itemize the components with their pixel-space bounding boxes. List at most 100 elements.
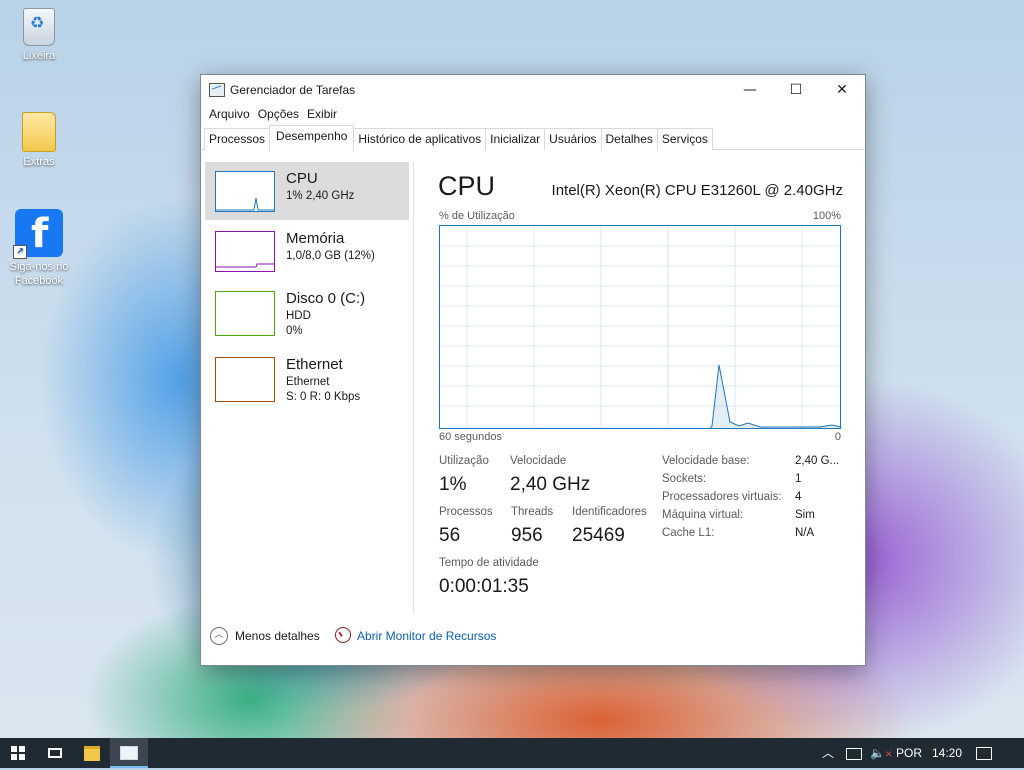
tab-detalhes[interactable]: Detalhes <box>600 128 658 150</box>
task-view-button[interactable] <box>36 738 74 768</box>
resource-name: CPU <box>286 170 318 187</box>
tab-usuarios[interactable]: Usuários <box>544 128 602 150</box>
threads-value: 956 <box>511 525 543 546</box>
uptime-value: 0:00:01:35 <box>439 576 529 597</box>
file-explorer-button[interactable] <box>73 738 111 768</box>
resource-disk[interactable]: Disco 0 (C:) HDD 0% <box>205 282 409 340</box>
info-label-base-speed: Velocidade base: <box>662 455 750 467</box>
folder-icon <box>22 112 56 152</box>
facebook-icon: f ↗ <box>13 209 63 259</box>
task-manager-taskbar-button[interactable] <box>110 738 148 768</box>
desktop-icon-extras[interactable]: Extras <box>3 112 75 169</box>
ethernet-thumbnail <box>215 357 275 402</box>
tab-desempenho[interactable]: Desempenho <box>269 125 355 151</box>
start-button[interactable] <box>0 738 38 768</box>
notification-center-button[interactable] <box>976 738 992 768</box>
resource-line1: 1,0/8,0 GB (12%) <box>286 250 375 262</box>
cpu-thumbnail <box>215 171 275 212</box>
desktop-icon-recycle-bin[interactable]: Lixeira <box>3 8 75 63</box>
tab-servicos[interactable]: Serviços <box>656 128 713 150</box>
resource-cpu[interactable]: CPU 1% 2,40 GHz <box>205 162 409 220</box>
info-value-cache-l1: N/A <box>795 527 815 539</box>
desktop-icon-label: Lixeira <box>22 50 56 62</box>
graph-x-left-label: 60 segundos <box>439 431 502 443</box>
network-icon[interactable] <box>846 738 862 768</box>
resource-memory[interactable]: Memória 1,0/8,0 GB (12%) <box>205 222 409 280</box>
disk-thumbnail <box>215 291 275 336</box>
resource-monitor-icon <box>335 627 351 643</box>
handles-value: 25469 <box>572 525 625 546</box>
title-bar[interactable]: Gerenciador de Tarefas — ☐ ✕ <box>201 75 865 105</box>
processes-label: Processos <box>439 506 493 518</box>
tab-historico[interactable]: Histórico de aplicativos <box>353 128 487 150</box>
cpu-utilization-graph-svg <box>440 226 841 429</box>
chevron-up-icon[interactable]: ︿ <box>210 627 228 645</box>
volume-muted-icon[interactable]: 🔈✕ <box>870 738 893 768</box>
window-footer: ︿ Menos detalhes Abrir Monitor de Recurs… <box>201 617 865 665</box>
info-label-virtual-processors: Processadores virtuais: <box>662 491 782 503</box>
tab-strip: Processos Desempenho Histórico de aplica… <box>201 125 865 151</box>
show-hidden-icons-button[interactable]: ︿ <box>822 738 834 768</box>
open-resource-monitor-link[interactable]: Abrir Monitor de Recursos <box>357 629 496 643</box>
resource-line2: S: 0 R: 0 Kbps <box>286 391 361 403</box>
less-details-button[interactable]: Menos detalhes <box>235 629 320 643</box>
info-value-base-speed: 2,40 G... <box>795 455 840 467</box>
info-value-sockets: 1 <box>795 473 802 485</box>
info-value-virtual-machine: Sim <box>795 509 815 521</box>
maximize-button[interactable]: ☐ <box>773 75 819 105</box>
info-value-virtual-processors: 4 <box>795 491 802 503</box>
resource-name: Memória <box>286 230 345 247</box>
clock[interactable]: 14:20 <box>932 738 962 768</box>
tab-processos[interactable]: Processos <box>204 128 271 150</box>
desktop-icon-label: Extras <box>23 156 55 168</box>
resource-name: Ethernet <box>286 356 343 373</box>
close-button[interactable]: ✕ <box>819 75 865 105</box>
processes-value: 56 <box>439 525 461 546</box>
cpu-model: Intel(R) Xeon(R) CPU E31260L @ 2.40GHz <box>551 182 843 199</box>
input-language-indicator[interactable]: POR <box>896 738 922 768</box>
window-title: Gerenciador de Tarefas <box>230 83 356 97</box>
info-label-virtual-machine: Máquina virtual: <box>662 509 744 521</box>
resource-name: Disco 0 (C:) <box>286 290 366 307</box>
desktop-icon-facebook[interactable]: f ↗ Siga-nos no Facebook <box>3 209 75 288</box>
task-manager-window: Gerenciador de Tarefas — ☐ ✕ Arquivo Opç… <box>200 74 866 666</box>
threads-label: Threads <box>511 506 554 518</box>
resource-line1: Ethernet <box>286 376 330 388</box>
memory-thumbnail <box>215 231 275 272</box>
menu-exibir[interactable]: Exibir <box>306 105 344 125</box>
menu-arquivo[interactable]: Arquivo <box>208 105 257 125</box>
info-label-cache-l1: Cache L1: <box>662 527 715 539</box>
graph-x-right-label: 0 <box>834 431 841 443</box>
detail-title: CPU <box>438 171 496 201</box>
recycle-bin-icon <box>23 8 55 46</box>
cpu-thumbnail-graph <box>216 197 274 211</box>
resource-line2: 0% <box>286 325 303 337</box>
cpu-utilization-graph <box>439 225 841 429</box>
task-manager-icon <box>120 746 138 760</box>
minimize-button[interactable]: — <box>727 75 773 105</box>
speed-label: Velocidade <box>510 455 567 467</box>
folder-icon <box>84 745 100 761</box>
cpu-utilization-line <box>709 364 841 429</box>
speed-value: 2,40 GHz <box>510 474 591 495</box>
notification-icon <box>976 747 992 761</box>
menu-opcoes[interactable]: Opções <box>257 105 306 125</box>
resource-list: CPU 1% 2,40 GHz Memória 1,0/8,0 GB (12%)… <box>201 162 414 614</box>
handles-label: Identificadores <box>572 506 647 518</box>
uptime-label: Tempo de atividade <box>439 557 539 569</box>
taskbar: ︿ 🔈✕ POR 14:20 <box>0 738 1024 768</box>
utilization-value: 1% <box>439 474 467 495</box>
memory-thumbnail-graph <box>216 263 274 268</box>
resource-line1: 1% 2,40 GHz <box>286 190 355 202</box>
graph-y-max-label: 100% <box>812 210 841 222</box>
windows-logo-icon <box>11 746 25 760</box>
info-label-sockets: Sockets: <box>662 473 707 485</box>
utilization-label: Utilização <box>439 455 489 467</box>
tab-inicializar[interactable]: Inicializar <box>485 128 546 150</box>
resource-ethernet[interactable]: Ethernet Ethernet S: 0 R: 0 Kbps <box>205 348 409 406</box>
task-manager-icon <box>209 83 225 97</box>
resource-line1: HDD <box>286 310 311 322</box>
shortcut-arrow-icon: ↗ <box>13 245 27 259</box>
desktop-icon-label: Siga-nos no Facebook <box>9 261 69 287</box>
graph-y-label: % de Utilização <box>439 210 515 222</box>
